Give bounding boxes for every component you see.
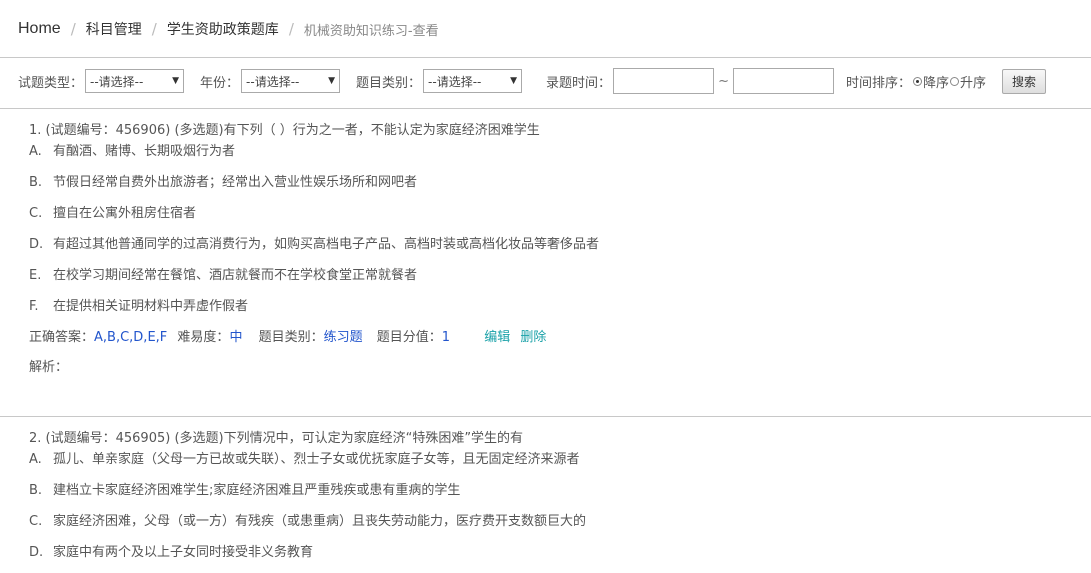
breadcrumb-separator: / (288, 20, 294, 38)
option-key: A. (29, 452, 42, 467)
year-select[interactable]: --请选择-- ▼ (241, 69, 341, 93)
option-d: D. 家庭中有两个及以上子女同时接受非义务教育 (29, 543, 313, 563)
chevron-down-icon: ▼ (328, 76, 336, 86)
question-type-select-value: --请选择-- (90, 74, 144, 89)
question-title: 1. (试题编号：456906) (多选题)有下列（ ）行为之一者，不能认定为家… (29, 123, 540, 138)
search-button[interactable]: 搜索 (1002, 68, 1047, 94)
option-text: 有超过其他普通同学的过高消费行为，如购买高档电子产品、高档时装或高档化妆品等奢侈… (53, 237, 600, 252)
entry-time-label: 录题时间： (546, 75, 612, 91)
option-text: 节假日经常自费外出旅游者；经常出入营业性娱乐场所和网吧者 (53, 175, 418, 190)
option-a: A. 孤儿、单亲家庭（父母一方已故或失联）、烈士子女或优抚家庭子女等，且无固定经济… (29, 450, 580, 470)
option-key: F. (29, 299, 39, 314)
breadcrumb-home-link[interactable]: Home (18, 20, 61, 38)
option-b: B. 建档立卡家庭经济困难学生;家庭经济困难且严重残疾或患有重病的学生 (29, 481, 460, 501)
option-key: C. (29, 514, 43, 529)
analysis-row: 解析： (29, 358, 68, 378)
breadcrumb-question-bank-link[interactable]: 学生资助政策题库 (167, 19, 279, 39)
chevron-down-icon: ▼ (172, 76, 180, 86)
option-c: C. 擅自在公寓外租房住宿者 (29, 204, 196, 224)
sort-desc-label: 降序 (922, 75, 949, 91)
option-key: B. (29, 483, 43, 498)
breadcrumb: Home / 科目管理 / 学生资助政策题库 / 机械资助知识练习-查看 (18, 17, 439, 41)
time-end-input[interactable] (732, 68, 834, 94)
option-a: A. 有酗酒、赌博、长期吸烟行为者 (29, 142, 235, 162)
question-title: 2. (试题编号：456905) (多选题)下列情况中，可认定为家庭经济“特殊困… (29, 431, 524, 446)
option-e: E. 在校学习期间经常在餐馆、酒店就餐而不在学校食堂正常就餐者 (29, 266, 417, 286)
option-text: 家庭经济困难，父母（或一方）有残疾（或患重病）且丧失劳动能力，医疗费开支数额巨大… (53, 514, 587, 529)
option-c: C. 家庭经济困难，父母（或一方）有残疾（或患重病）且丧失劳动能力，医疗费开支数额… (29, 512, 586, 532)
option-text: 孤儿、单亲家庭（父母一方已故或失联）、烈士子女或优抚家庭子女等，且无固定经济来源… (53, 452, 580, 467)
question-type-label: 试题类型： (18, 75, 84, 91)
edit-link[interactable]: 编辑 (484, 330, 510, 345)
chevron-down-icon: ▼ (510, 76, 518, 86)
option-f: F. 在提供相关证明材料中弄虚作假者 (29, 297, 248, 317)
option-key: E. (29, 268, 42, 283)
sort-asc-label: 升序 (960, 75, 987, 91)
option-text: 有酗酒、赌博、长期吸烟行为者 (53, 144, 236, 159)
time-sort-label: 时间排序： (845, 75, 911, 91)
category-value: 练习题 (323, 330, 363, 345)
option-text: 在校学习期间经常在餐馆、酒店就餐而不在学校食堂正常就餐者 (53, 268, 418, 283)
answer-label: 正确答案： (29, 330, 95, 345)
option-key: B. (29, 175, 43, 190)
score-label: 题目分值： (376, 330, 442, 345)
option-text: 擅自在公寓外租房住宿者 (53, 206, 197, 221)
header-divider (0, 57, 1091, 58)
breadcrumb-current-page: 机械资助知识练习-查看 (303, 23, 439, 39)
option-text: 在提供相关证明材料中弄虚作假者 (53, 299, 249, 314)
question-card: 1. (试题编号：456906) (多选题)有下列（ ）行为之一者，不能认定为家… (29, 121, 1069, 391)
option-key: D. (29, 237, 44, 252)
question-divider (0, 416, 1091, 417)
breadcrumb-subject-management-link[interactable]: 科目管理 (86, 19, 142, 39)
option-key: A. (29, 144, 42, 159)
filter-divider (0, 108, 1091, 109)
option-text: 家庭中有两个及以上子女同时接受非义务教育 (53, 545, 314, 560)
category-meta-label: 题目类别： (258, 330, 324, 345)
analysis-label: 解析： (29, 360, 69, 375)
option-b: B. 节假日经常自费外出旅游者；经常出入营业性娱乐场所和网吧者 (29, 173, 417, 193)
filter-bar: 试题类型： --请选择-- ▼ 年份： --请选择-- ▼ 题目类别： --请选… (18, 68, 1047, 94)
question-card: 2. (试题编号：456905) (多选题)下列情况中，可认定为家庭经济“特殊困… (29, 429, 1069, 573)
option-key: D. (29, 545, 44, 560)
year-select-value: --请选择-- (246, 74, 300, 89)
question-meta: 正确答案：A,B,C,D,E,F 难易度：中 题目类别：练习题 题目分值：1 编… (29, 328, 546, 348)
delete-link[interactable]: 删除 (520, 330, 546, 345)
sort-asc-radio[interactable] (950, 76, 959, 86)
option-text: 建档立卡家庭经济困难学生;家庭经济困难且严重残疾或患有重病的学生 (53, 483, 461, 498)
breadcrumb-separator: / (70, 20, 76, 38)
time-range-separator: ~ (718, 73, 729, 89)
category-select[interactable]: --请选择-- ▼ (423, 69, 523, 93)
year-label: 年份： (200, 75, 240, 91)
difficulty-label: 难易度： (177, 330, 230, 345)
answer-value: A,B,C,D,E,F (94, 330, 168, 345)
score-value: 1 (441, 330, 451, 345)
breadcrumb-separator: / (151, 20, 157, 38)
category-select-value: --请选择-- (428, 74, 482, 89)
category-label: 题目类别： (356, 75, 422, 91)
option-d: D. 有超过其他普通同学的过高消费行为，如购买高档电子产品、高档时装或高档化妆品等… (29, 235, 599, 255)
difficulty-value: 中 (229, 330, 243, 345)
time-start-input[interactable] (613, 68, 715, 94)
question-type-select[interactable]: --请选择-- ▼ (85, 69, 185, 93)
sort-desc-radio[interactable] (912, 76, 922, 86)
option-key: C. (29, 206, 43, 221)
